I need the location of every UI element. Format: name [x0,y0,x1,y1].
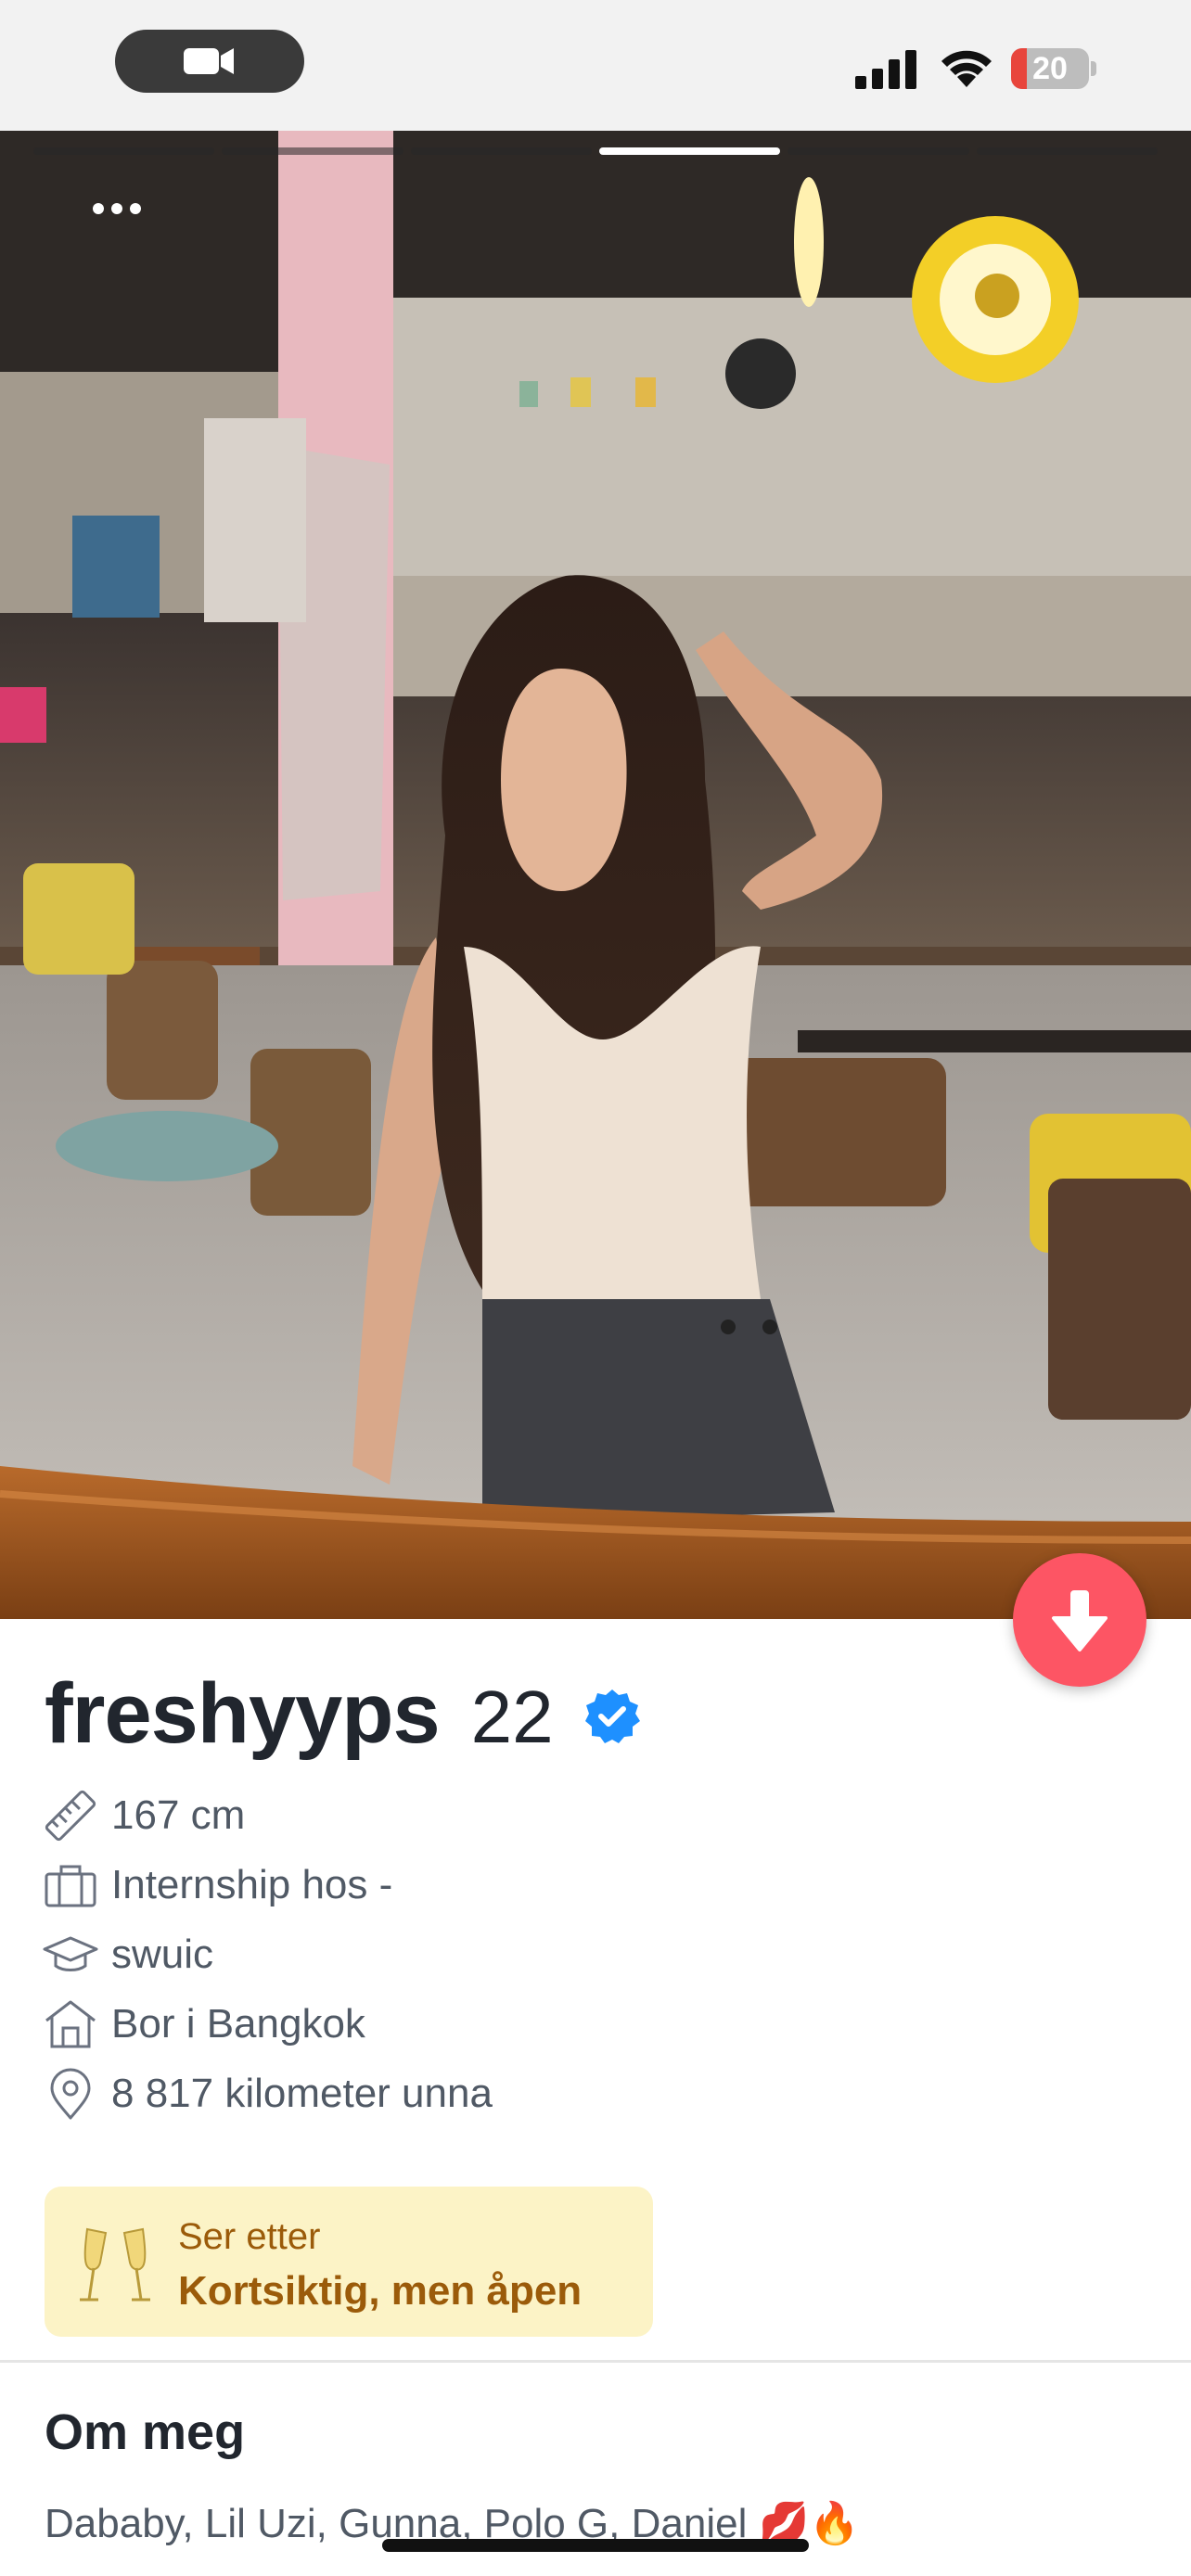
profile-name: freshyyps [45,1666,441,1761]
more-dots-icon[interactable] [80,190,154,227]
champagne-glasses-icon [80,2227,150,2302]
section-divider [0,2360,1191,2363]
signal-icon [855,50,916,89]
video-camera-icon[interactable] [115,30,304,93]
photo-indicator-2[interactable] [222,147,403,155]
info-job-text: Internship hos - [111,1861,393,1907]
photo-indicator-5[interactable] [788,147,969,155]
ruler-icon [43,1787,100,1844]
info-job: Internship hos - [43,1850,1063,1919]
info-distance: 8 817 kilometer unna [43,2059,1063,2128]
info-school-text: swuic [111,1931,214,1977]
photo-indicator-6[interactable] [976,147,1158,155]
profile-age: 22 [470,1676,554,1758]
battery-icon: 20 [1011,48,1096,89]
photo-indicator-3[interactable] [410,147,592,155]
profile-photo[interactable] [0,131,1191,1619]
info-height-text: 167 cm [111,1792,246,1838]
wifi-icon [941,50,992,87]
info-school: swuic [43,1919,1063,1989]
location-pin-icon [43,2065,100,2123]
info-distance-text: 8 817 kilometer unna [111,2070,493,2116]
photo-indicator-4[interactable] [598,147,781,155]
looking-for-card[interactable]: Ser etter Kortsiktig, men åpen [45,2187,653,2337]
verified-badge-icon[interactable] [583,1688,641,1745]
info-height: 167 cm [43,1780,1063,1850]
arrow-down-icon[interactable] [1013,1553,1146,1687]
photo-indicator-1[interactable] [33,147,215,155]
status-bar: 20 [0,0,1191,131]
graduation-cap-icon [43,1926,100,1983]
photo-image [0,131,1191,1619]
home-indicator[interactable] [382,2539,809,2552]
photo-progress [33,147,1158,155]
info-residence-text: Bor i Bangkok [111,2000,365,2047]
looking-for-label: Ser etter [178,2216,321,2257]
briefcase-icon [43,1856,100,1914]
profile-header: freshyyps 22 [45,1665,641,1767]
profile-info-list: 167 cm Internship hos - swuic Bor i Bang… [43,1780,1063,2128]
about-title: Om meg [45,2404,246,2460]
info-residence: Bor i Bangkok [43,1989,1063,2059]
looking-for-value: Kortsiktig, men åpen [178,2268,583,2314]
battery-level: 20 [1032,51,1068,86]
house-icon [43,1996,100,2053]
